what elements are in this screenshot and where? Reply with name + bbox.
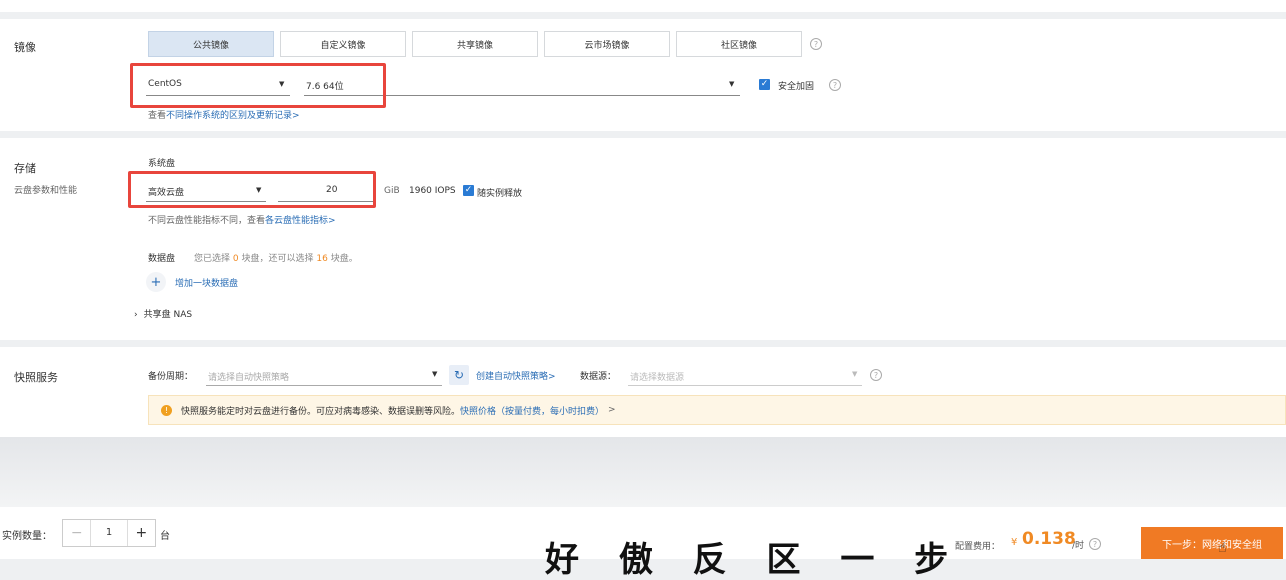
chevron-down-icon: ▼ xyxy=(852,370,858,378)
next-step-button[interactable]: 下一步：网络和安全组 xyxy=(1141,527,1283,559)
video-caption: 好 傲 反 区 一 步 xyxy=(545,540,963,580)
nas-label: 共享盘 NAS xyxy=(143,310,193,320)
snapshot-notice-text: 快照服务能定时对云盘进行备份。可应对病毒感染、数据误删等风险。 xyxy=(181,406,461,417)
qty-unit: 台 xyxy=(160,531,170,542)
storage-sub-label: 云盘参数和性能 xyxy=(14,186,78,196)
chevron-right-icon: › xyxy=(134,310,138,320)
cursor-icon: ☝ xyxy=(1218,540,1227,556)
create-snapshot-policy-link[interactable]: 创建自动快照策略> xyxy=(476,369,556,382)
add-data-disk-button[interactable]: + 增加一块数据盘 xyxy=(146,271,238,293)
qty-stepper[interactable]: − 1 + xyxy=(62,519,156,547)
storage-section-label: 存储 xyxy=(14,162,36,175)
snapshot-policy-select[interactable]: 请选择自动快照策略 ▼ xyxy=(206,364,442,386)
security-checkbox[interactable]: ✓ xyxy=(759,79,770,90)
data-disk-remaining: 16 xyxy=(316,254,328,264)
next-step-label: 下一步：网络和安全组 xyxy=(1162,539,1262,551)
snapshot-notice: ! 快照服务能定时对云盘进行备份。可应对病毒感染、数据误删等风险。 快照价格（按… xyxy=(148,395,1286,425)
plus-button[interactable]: + xyxy=(128,525,155,541)
divider xyxy=(0,437,1286,507)
perf-hint-text: 不同云盘性能指标不同，查看 xyxy=(148,216,266,226)
help-icon[interactable]: ? xyxy=(870,369,882,381)
cost-unit: /时 xyxy=(1072,541,1085,551)
tab-public-image[interactable]: 公共镜像 xyxy=(148,31,274,57)
data-source-placeholder: 请选择数据源 xyxy=(630,373,685,383)
disk-iops: 1960 IOPS xyxy=(409,186,456,196)
tab-custom-image[interactable]: 自定义镜像 xyxy=(280,31,406,57)
data-disk-hint-1: 您已选择 xyxy=(194,254,231,264)
security-label: 安全加固 xyxy=(778,82,815,92)
data-disk-hint-2: 块盘，还可以选择 xyxy=(241,254,314,264)
system-disk-label: 系统盘 xyxy=(148,159,176,169)
data-disk-count: 0 xyxy=(232,254,239,264)
data-disk-hint-3: 块盘。 xyxy=(330,254,358,264)
tab-label: 云市场镜像 xyxy=(584,40,630,51)
perf-link[interactable]: 各云盘性能指标> xyxy=(265,216,336,226)
tab-label: 自定义镜像 xyxy=(320,40,366,51)
os-diff-link[interactable]: 不同操作系统的区别及更新记录> xyxy=(166,111,300,121)
snapshot-policy-placeholder: 请选择自动快照策略 xyxy=(208,373,290,383)
tab-label: 公共镜像 xyxy=(192,40,229,51)
minus-button[interactable]: − xyxy=(63,525,90,541)
help-icon[interactable]: ? xyxy=(810,38,822,50)
highlight-box xyxy=(128,171,376,208)
disk-perf-hint: 不同云盘性能指标不同，查看各云盘性能指标> xyxy=(148,213,336,226)
cost-value: 0.138 xyxy=(1022,529,1076,549)
chevron-down-icon: ▼ xyxy=(432,370,438,378)
tab-label: 社区镜像 xyxy=(720,40,757,51)
plus-icon: + xyxy=(146,272,166,292)
data-disk-hint: 您已选择 0 块盘，还可以选择 16 块盘。 xyxy=(194,251,358,264)
snapshot-price-link[interactable]: 快照价格（按量付费，每小时扣费） xyxy=(460,404,604,417)
data-disk-label: 数据盘 xyxy=(148,254,176,264)
cost-currency: ¥ xyxy=(1011,537,1018,548)
disk-unit: GiB xyxy=(384,186,400,196)
snapshot-section-label: 快照服务 xyxy=(14,371,58,384)
data-source-select[interactable]: 请选择数据源 ▼ xyxy=(628,364,862,386)
os-diff-hint: 查看不同操作系统的区别及更新记录> xyxy=(148,108,300,121)
data-source-label: 数据源： xyxy=(580,372,617,382)
help-icon[interactable]: ? xyxy=(1089,538,1101,550)
chevron-down-icon: ▼ xyxy=(729,80,735,88)
tab-community-image[interactable]: 社区镜像 xyxy=(676,31,802,57)
release-checkbox[interactable]: ✓ xyxy=(463,185,474,196)
snapshot-price-arrow: > xyxy=(608,405,616,415)
image-section-label: 镜像 xyxy=(14,41,36,54)
hint-prefix: 查看 xyxy=(148,111,167,121)
add-data-disk-label: 增加一块数据盘 xyxy=(175,278,239,289)
qty-label: 实例数量： xyxy=(2,531,52,542)
storage-section: 存储 云盘参数和性能 系统盘 xyxy=(0,138,1286,340)
info-icon: ! xyxy=(161,404,172,416)
nas-expander[interactable]: › 共享盘 NAS xyxy=(134,307,192,320)
release-label: 随实例释放 xyxy=(477,189,523,199)
period-label: 备份周期： xyxy=(148,372,194,382)
highlight-box xyxy=(130,63,386,108)
tab-shared-image[interactable]: 共享镜像 xyxy=(412,31,538,57)
tab-marketplace-image[interactable]: 云市场镜像 xyxy=(544,31,670,57)
refresh-icon[interactable]: ↻ xyxy=(449,365,469,385)
tab-label: 共享镜像 xyxy=(456,40,493,51)
qty-value[interactable]: 1 xyxy=(90,520,128,546)
help-icon[interactable]: ? xyxy=(829,79,841,91)
